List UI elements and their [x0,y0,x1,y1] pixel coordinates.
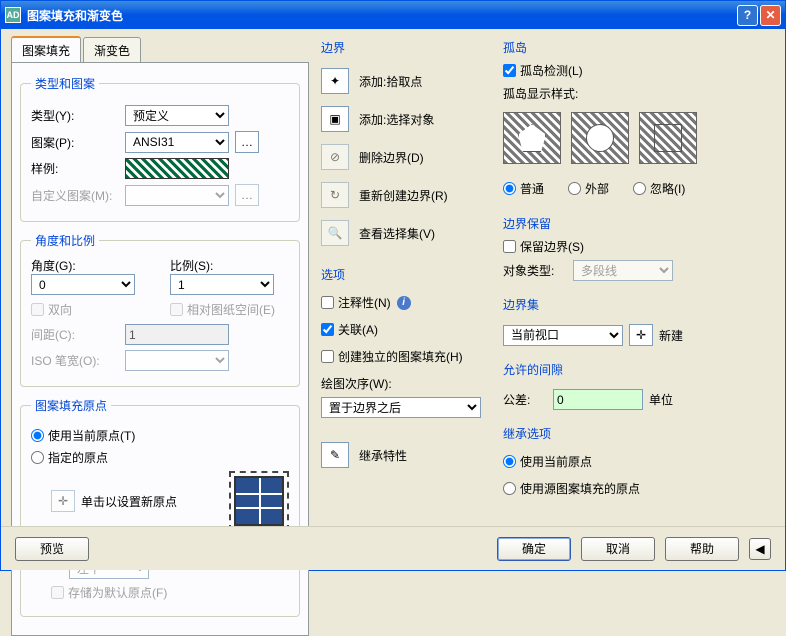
tol-input[interactable] [553,389,643,410]
objtype-select: 多段线 [573,260,673,281]
add-pick-button[interactable]: ✦ [321,68,349,94]
new-icon: ✛ [636,328,646,342]
type-select[interactable]: 预定义 [125,105,229,126]
brush-icon: ✎ [330,448,340,462]
bset-select[interactable]: 当前视口 [503,325,623,346]
add-select-label: 添加:选择对象 [359,111,434,128]
island-style-label: 孤岛显示样式: [503,85,775,102]
chevron-left-icon: ◀ [755,542,764,556]
legend-type: 类型和图案 [31,75,99,92]
delete-bound-button: ⊘ [321,144,349,170]
island-detect-check[interactable]: 孤岛检测(L) [503,62,775,79]
magnifier-icon: 🔍 [328,226,343,240]
delete-bound-label: 删除边界(D) [359,149,424,166]
origin-preview [229,471,289,531]
gap-title: 允许的间隙 [503,361,775,378]
titlebar: AD 图案填充和渐变色 ? ✕ [1,1,785,29]
select-icon: ▣ [329,112,340,126]
custom-label: 自定义图案(M): [31,187,119,204]
legend-angle: 角度和比例 [31,232,99,249]
island-outer-swatch[interactable] [571,112,629,164]
separate-check[interactable]: 创建独立的图案填充(H) [321,348,463,365]
group-type-pattern: 类型和图案 类型(Y): 预定义 图案(P): ANSI31 … 样例: [20,75,300,222]
custom-browse-button: … [235,184,259,206]
inherit-src-radio[interactable]: 使用源图案填充的原点 [503,480,640,497]
relative-check: 相对图纸空间(E) [170,301,275,318]
island-ignore-swatch[interactable] [639,112,697,164]
retain-check[interactable]: 保留边界(S) [503,238,775,255]
tol-label: 公差: [503,391,547,408]
pattern-select[interactable]: ANSI31 [125,132,229,153]
angle-label: 角度(G): [31,257,150,274]
inherit-opt-title: 继承选项 [503,425,775,442]
island-ignore-radio[interactable]: 忽略(I) [633,180,685,197]
swatch-preview[interactable] [125,158,229,179]
add-select-button[interactable]: ▣ [321,106,349,132]
group-hatch-origin: 图案填充原点 使用当前原点(T) 指定的原点 ✛ 单击以设置新原点 默认为边界范… [20,397,300,617]
recreate-icon: ↻ [330,188,340,202]
scale-select[interactable]: 1 [170,274,274,295]
recreate-bound-button: ↻ [321,182,349,208]
island-normal-radio[interactable]: 普通 [503,180,544,197]
angle-select[interactable]: 0 [31,274,135,295]
draworder-label: 绘图次序(W): [321,375,392,392]
island-outer-radio[interactable]: 外部 [568,180,609,197]
double-check: 双向 [31,301,72,318]
annotative-check[interactable]: 注释性(N) [321,294,391,311]
app-icon: AD [5,7,21,23]
origin-spec-radio[interactable]: 指定的原点 [31,449,108,466]
pattern-label: 图案(P): [31,134,119,151]
retain-title: 边界保留 [503,215,775,232]
draworder-select[interactable]: 置于边界之后 [321,397,481,418]
bset-title: 边界集 [503,296,775,313]
group-angle-scale: 角度和比例 角度(G): 0 比例(S): 1 双向 相对图纸空间(E [20,232,300,387]
options-title: 选项 [321,266,491,283]
pick-icon: ✦ [330,74,340,88]
associative-check[interactable]: 关联(A) [321,321,378,338]
close-button[interactable]: ✕ [760,5,781,26]
boundaries-title: 边界 [321,39,491,56]
cancel-button[interactable]: 取消 [581,537,655,561]
ok-button[interactable]: 确定 [497,537,571,561]
swatch-label: 样例: [31,160,119,177]
island-normal-swatch[interactable] [503,112,561,164]
window-title: 图案填充和渐变色 [27,7,735,24]
tabs: 图案填充 渐变色 [11,37,309,63]
unit-label: 单位 [649,391,673,408]
crosshair-icon: ✛ [58,494,68,508]
custom-select [125,185,229,206]
collapse-button[interactable]: ◀ [749,538,771,560]
iso-label: ISO 笔宽(O): [31,352,119,369]
bset-new-label: 新建 [659,327,683,344]
tab-gradient[interactable]: 渐变色 [83,37,141,63]
pick-origin-label: 单击以设置新原点 [81,493,177,510]
tab-hatch[interactable]: 图案填充 [11,36,81,63]
origin-current-radio[interactable]: 使用当前原点(T) [31,427,135,444]
objtype-label: 对象类型: [503,262,567,279]
bset-new-button[interactable]: ✛ [629,324,653,346]
add-pick-label: 添加:拾取点 [359,73,422,90]
islands-title: 孤岛 [503,39,775,56]
recreate-bound-label: 重新创建边界(R) [359,187,448,204]
view-selection-button: 🔍 [321,220,349,246]
iso-select [125,350,229,371]
view-selection-label: 查看选择集(V) [359,225,435,242]
spacing-input [125,324,229,345]
help-dialog-button[interactable]: 帮助 [665,537,739,561]
help-button[interactable]: ? [737,5,758,26]
inherit-cur-radio[interactable]: 使用当前原点 [503,453,592,470]
delete-icon: ⊘ [330,150,340,164]
preview-button[interactable]: 预览 [15,537,89,561]
info-icon[interactable]: i [397,296,411,310]
type-label: 类型(Y): [31,107,119,124]
pick-origin-button: ✛ [51,490,75,512]
store-origin-check: 存储为默认原点(F) [51,584,167,601]
inherit-button[interactable]: ✎ [321,442,349,468]
scale-label: 比例(S): [170,257,289,274]
inherit-label: 继承特性 [359,447,407,464]
legend-origin: 图案填充原点 [31,397,111,414]
pattern-browse-button[interactable]: … [235,131,259,153]
spacing-label: 间距(C): [31,326,119,343]
